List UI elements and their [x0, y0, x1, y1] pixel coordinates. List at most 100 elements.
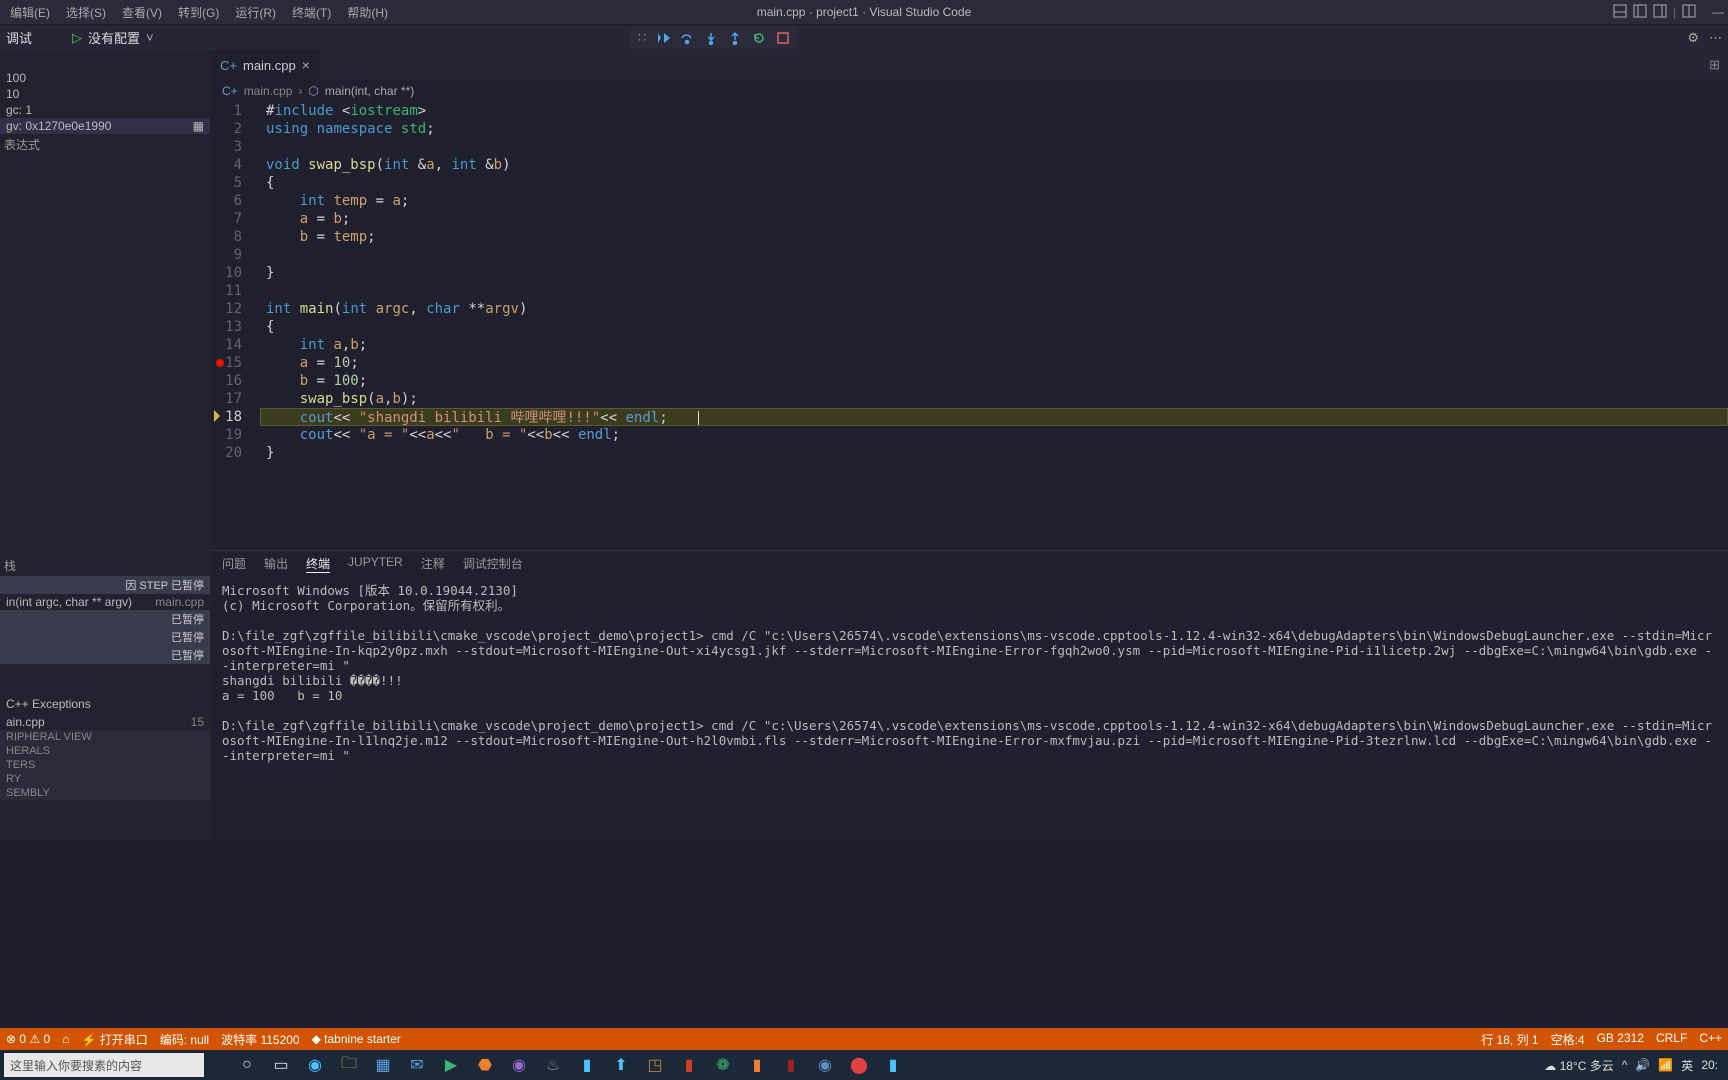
powerpoint-icon[interactable]: ▮: [674, 1053, 704, 1077]
layout-custom-icon[interactable]: [1682, 4, 1696, 21]
app-icon-3[interactable]: ♨: [538, 1053, 568, 1077]
status-enc[interactable]: GB 2312: [1597, 1031, 1644, 1048]
var-row[interactable]: gc: 1: [0, 102, 210, 118]
ry-section[interactable]: RY: [0, 772, 210, 786]
close-icon[interactable]: ×: [302, 57, 310, 73]
menu-select[interactable]: 选择(S): [60, 2, 112, 23]
layout-sidebar-icon[interactable]: [1633, 4, 1647, 21]
gutter[interactable]: 12345 678910 11121314 151617 181920: [210, 102, 260, 550]
breadcrumb-file: main.cpp: [244, 84, 293, 98]
tab-label: main.cpp: [243, 58, 296, 73]
panel-tab-jupyter[interactable]: JUPYTER: [348, 555, 403, 573]
taskview-icon[interactable]: ▭: [266, 1053, 296, 1077]
tab-main-cpp[interactable]: C+ main.cpp ×: [210, 50, 320, 80]
app-icon-5[interactable]: ⬆: [606, 1053, 636, 1077]
status-errors[interactable]: ⊗ 0 ⚠ 0: [6, 1032, 50, 1046]
chevron-down-icon[interactable]: ˅: [146, 30, 154, 45]
breadcrumb[interactable]: C+ main.cpp › ⬡ main(int, char **): [210, 80, 1728, 102]
status-crlf[interactable]: CRLF: [1656, 1031, 1687, 1048]
code-editor[interactable]: 12345 678910 11121314 151617 181920 #inc…: [210, 102, 1728, 550]
continue-icon[interactable]: [656, 31, 670, 45]
layout-panel-icon[interactable]: [1613, 4, 1627, 21]
status-lncol[interactable]: 行 18, 列 1: [1481, 1031, 1538, 1048]
wifi-icon[interactable]: 📶: [1658, 1058, 1673, 1072]
breakpoint-item[interactable]: ain.cpp 15: [0, 714, 210, 730]
restart-icon[interactable]: [752, 31, 766, 45]
gear-icon[interactable]: ⚙: [1687, 30, 1699, 46]
debug-toolbar: 调试 ▷ 没有配置 ˅ ⚙ ⋯: [0, 24, 1728, 50]
app-icon-4[interactable]: ▮: [572, 1053, 602, 1077]
tray-up-icon[interactable]: ^: [1622, 1058, 1628, 1072]
menu-help[interactable]: 帮助(H): [341, 2, 394, 23]
panel-tab-problems[interactable]: 问题: [222, 555, 246, 573]
edge-icon[interactable]: ◉: [300, 1053, 330, 1077]
app-icon-7[interactable]: ▮: [742, 1053, 772, 1077]
step-over-icon[interactable]: [680, 31, 694, 45]
status-serial[interactable]: ⚡ 打开串口: [81, 1031, 147, 1048]
minimize-icon[interactable]: —: [1712, 5, 1724, 19]
status-baud[interactable]: 波特率 115200: [221, 1031, 300, 1048]
var-row[interactable]: 10: [0, 86, 210, 102]
step-into-icon[interactable]: [704, 31, 718, 45]
app-icon-6[interactable]: ◳: [640, 1053, 670, 1077]
mail-icon[interactable]: ✉: [402, 1053, 432, 1077]
disassembly-section[interactable]: SEMBLY: [0, 786, 210, 800]
window-title: main.cpp · project1 · Visual Studio Code: [757, 5, 972, 19]
step-out-icon[interactable]: [728, 31, 742, 45]
vscode-icon[interactable]: ▮: [878, 1053, 908, 1077]
herals-section[interactable]: HERALS: [0, 744, 210, 758]
menu-view[interactable]: 查看(V): [116, 2, 168, 23]
calendar-icon[interactable]: ▦: [368, 1053, 398, 1077]
ime[interactable]: 英: [1681, 1057, 1693, 1074]
memory-icon[interactable]: ▦: [193, 119, 204, 133]
menu-run[interactable]: 运行(R): [229, 2, 282, 23]
app-icon-1[interactable]: ⬣: [470, 1053, 500, 1077]
panel-tab-comments[interactable]: 注释: [421, 555, 445, 573]
acrobat-icon[interactable]: ▮: [776, 1053, 806, 1077]
menu-bar: 编辑(E) 选择(S) 查看(V) 转到(G) 运行(R) 终端(T) 帮助(H…: [4, 2, 394, 23]
play-icon[interactable]: ▷: [72, 30, 82, 46]
weather[interactable]: ☁ 18°C 多云: [1544, 1057, 1614, 1074]
explorer-icon[interactable]: 🗀: [334, 1053, 364, 1077]
menu-edit[interactable]: 编辑(E): [4, 2, 56, 23]
stop-icon[interactable]: [776, 31, 790, 45]
cortana-icon[interactable]: ○: [232, 1053, 262, 1077]
drag-handle-icon[interactable]: ∷: [638, 30, 646, 46]
media-icon[interactable]: ▶: [436, 1053, 466, 1077]
tab-bar: C+ main.cpp × ⊞: [210, 50, 1728, 80]
menu-terminal[interactable]: 终端(T): [286, 2, 337, 23]
ters-section[interactable]: TERS: [0, 758, 210, 772]
var-row[interactable]: 100: [0, 70, 210, 86]
clock[interactable]: 20:: [1701, 1058, 1718, 1072]
layout-right-icon[interactable]: [1653, 4, 1667, 21]
record-icon[interactable]: ⬤: [844, 1053, 874, 1077]
home-icon[interactable]: ⌂: [62, 1032, 69, 1046]
terminal-output[interactable]: Microsoft Windows [版本 10.0.19044.2130] (…: [210, 577, 1728, 840]
menu-goto[interactable]: 转到(G): [172, 2, 225, 23]
titlebar: 编辑(E) 选择(S) 查看(V) 转到(G) 运行(R) 终端(T) 帮助(H…: [0, 0, 1728, 24]
status-tabnine[interactable]: ◆ tabnine starter: [312, 1032, 401, 1046]
peripheral-section[interactable]: RIPHERAL VIEW: [0, 730, 210, 744]
var-row[interactable]: gv: 0x1270e0e1990 ▦: [0, 118, 210, 134]
bottom-panel: 问题 输出 终端 JUPYTER 注释 调试控制台 Microsoft Wind…: [210, 550, 1728, 840]
wechat-icon[interactable]: ❁: [708, 1053, 738, 1077]
app-icon-2[interactable]: ◉: [504, 1053, 534, 1077]
panel-tab-output[interactable]: 输出: [264, 555, 288, 573]
status-encoding[interactable]: 编码: null: [160, 1031, 209, 1048]
status-spaces[interactable]: 空格:4: [1551, 1031, 1585, 1048]
volume-icon[interactable]: 🔊: [1635, 1058, 1650, 1072]
debug-config-label[interactable]: 没有配置: [88, 28, 140, 47]
cpp-exceptions[interactable]: C++ Exceptions: [0, 694, 210, 714]
watch-section[interactable]: 表达式: [0, 134, 210, 155]
stack-frame[interactable]: in(int argc, char ** argv) main.cpp: [0, 594, 210, 610]
taskbar-search[interactable]: 这里输入你要搜素的内容: [4, 1053, 204, 1077]
split-icon[interactable]: ⊞: [1709, 57, 1728, 73]
method-icon: ⬡: [308, 84, 318, 98]
panel-tab-debugconsole[interactable]: 调试控制台: [463, 555, 523, 573]
callstack-section[interactable]: 栈: [0, 555, 210, 576]
more-icon[interactable]: ⋯: [1709, 30, 1722, 46]
status-lang[interactable]: C++: [1699, 1031, 1722, 1048]
panel-tab-terminal[interactable]: 终端: [306, 555, 330, 573]
app-icon-8[interactable]: ◉: [810, 1053, 840, 1077]
pause-reason: 因 STEP 已暂停: [0, 576, 210, 594]
